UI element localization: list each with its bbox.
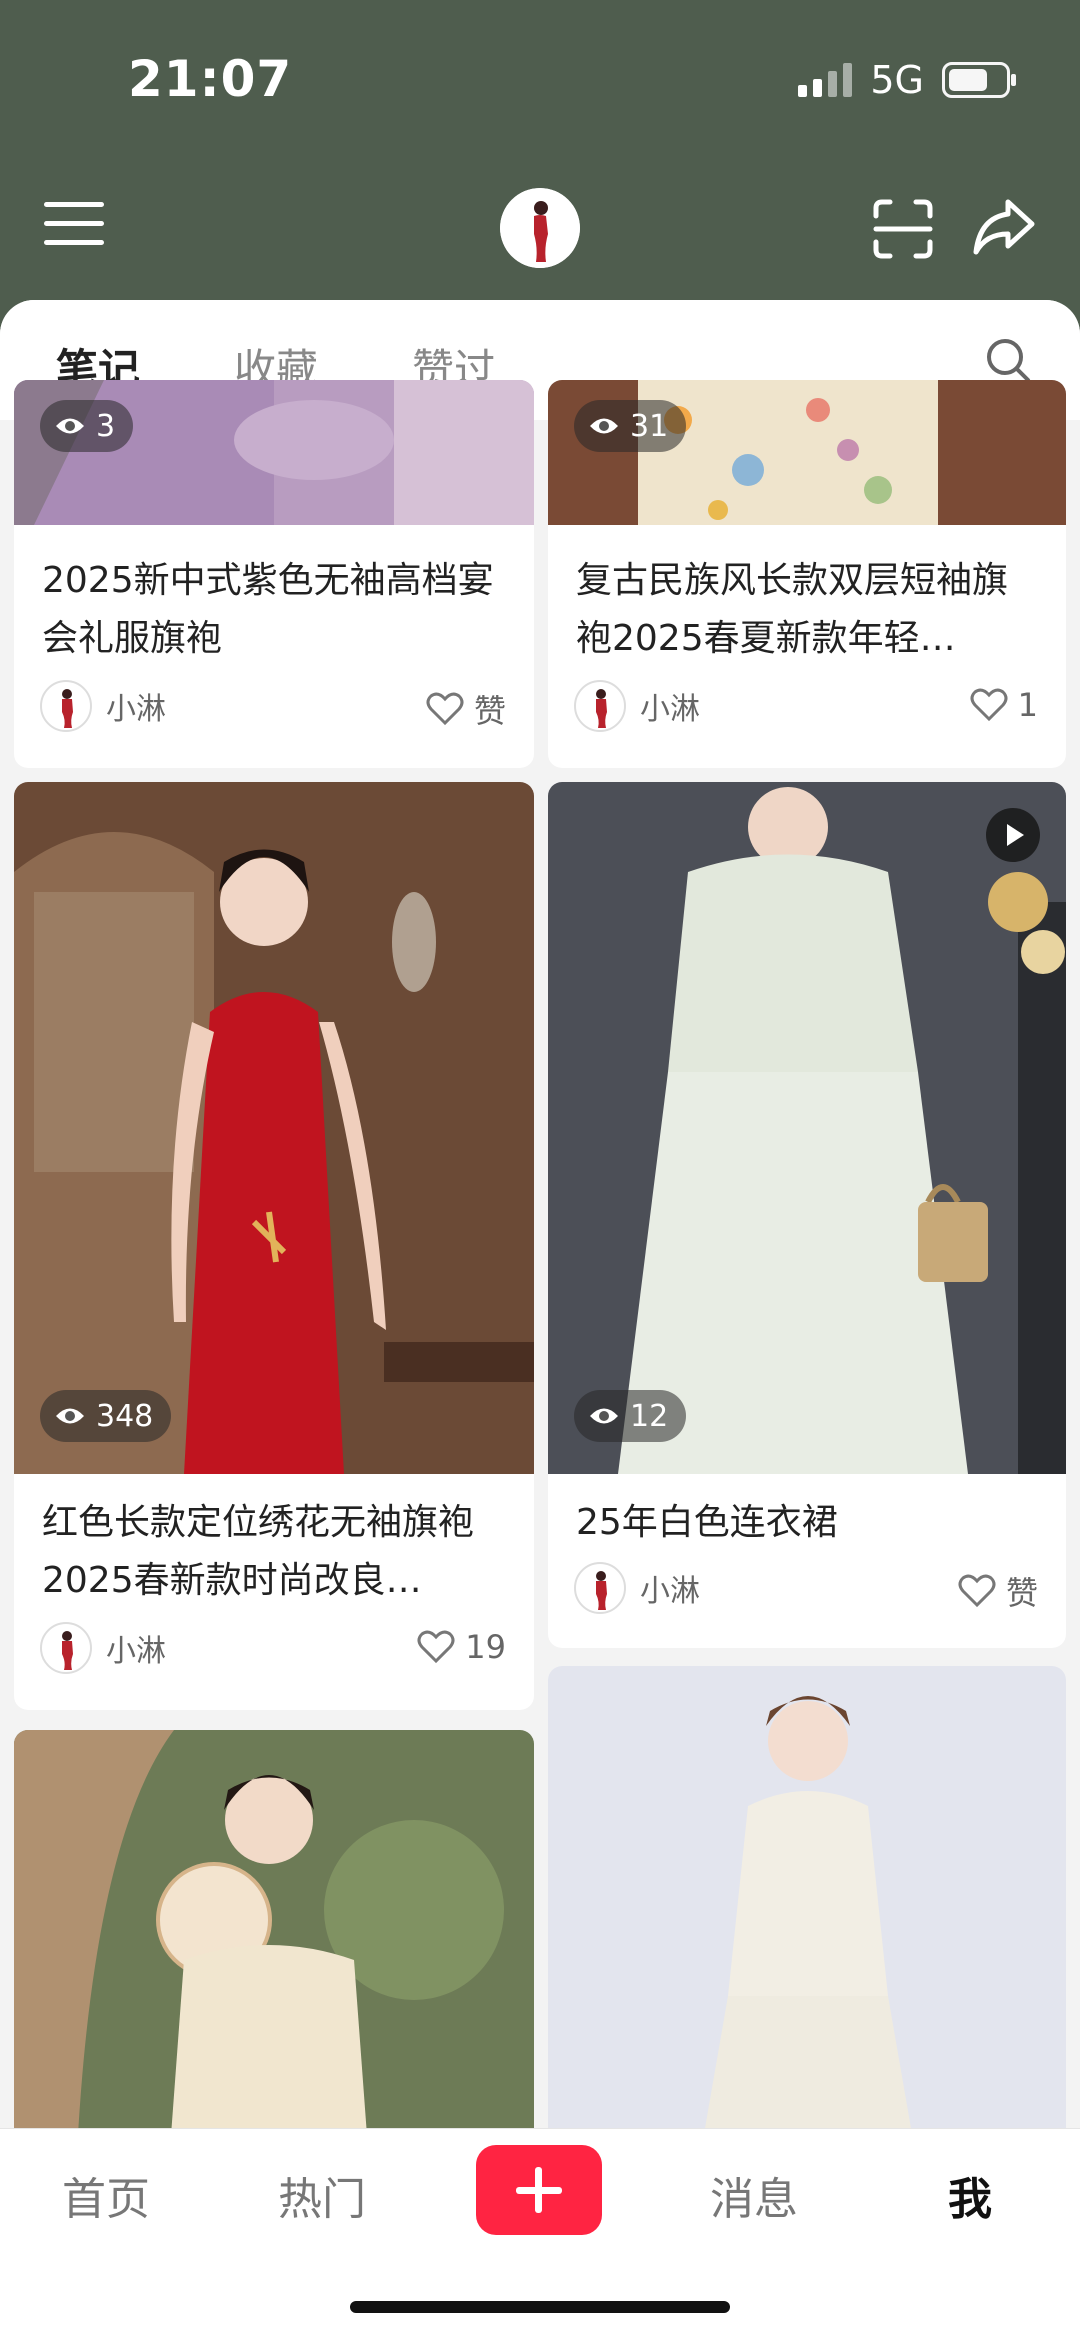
note-title: 复古民族风长款双层短袖旗袍2025春夏新款年轻… [576, 560, 1009, 659]
note-photo [548, 782, 1066, 1474]
view-count: 31 [630, 408, 669, 444]
status-icons: 5G [798, 58, 1016, 102]
eye-icon [56, 1408, 84, 1424]
status-bar: 21:07 5G [0, 0, 1080, 160]
home-indicator [350, 2301, 730, 2313]
nav-messages[interactable]: 消息 [710, 2163, 798, 2227]
note-card[interactable]: 12 25年白色连衣裙 小淋 赞 [548, 782, 1066, 1648]
status-time: 21:07 [128, 50, 293, 108]
view-count: 348 [96, 1398, 154, 1434]
top-nav [0, 180, 1080, 280]
like-button[interactable]: 赞 [958, 1568, 1038, 1614]
eye-icon [590, 418, 618, 434]
avatar [574, 680, 626, 732]
profile-avatar[interactable] [500, 188, 580, 268]
note-title: 2025新中式紫色无袖高档宴会礼服旗袍 [42, 560, 494, 659]
view-count-badge: 12 [574, 1390, 687, 1442]
avatar [40, 1622, 92, 1674]
nav-trending[interactable]: 热门 [278, 2163, 366, 2227]
note-card[interactable]: 348 红色长款定位绣花无袖旗袍2025春新款时尚改良… 小淋 19 [14, 782, 534, 1710]
like-count: 1 [1017, 686, 1038, 724]
note-card[interactable]: 31 复古民族风长款双层短袖旗袍2025春夏新款年轻… 小淋 1 [548, 380, 1066, 768]
avatar [40, 680, 92, 732]
author-name: 小淋 [106, 1634, 166, 1669]
eye-icon [56, 418, 84, 434]
heart-icon [426, 692, 464, 726]
note-title: 25年白色连衣裙 [576, 1502, 838, 1543]
heart-icon [958, 1574, 996, 1608]
video-play-icon [986, 808, 1040, 862]
heart-icon [417, 1630, 455, 1664]
note-author[interactable]: 小淋 [40, 1622, 166, 1674]
signal-icon [798, 63, 853, 97]
like-button[interactable]: 赞 [426, 686, 506, 732]
note-author[interactable]: 小淋 [574, 1562, 700, 1614]
note-card[interactable]: 3 2025新中式紫色无袖高档宴会礼服旗袍 小淋 赞 [14, 380, 534, 768]
heart-icon [970, 688, 1008, 722]
like-count: 赞 [1005, 1574, 1038, 1612]
avatar [574, 1562, 626, 1614]
search-icon[interactable] [984, 336, 1032, 384]
view-count-badge: 3 [40, 400, 134, 452]
view-count-badge: 348 [40, 1390, 172, 1442]
scan-icon[interactable] [872, 198, 934, 260]
view-count: 12 [630, 1398, 669, 1434]
note-photo [14, 782, 534, 1474]
bottom-nav: 首页 热门 消息 我 [0, 2128, 1080, 2342]
author-name: 小淋 [640, 692, 700, 727]
author-name: 小淋 [640, 1574, 700, 1609]
view-count: 3 [96, 408, 116, 444]
like-button[interactable]: 19 [417, 1628, 506, 1666]
note-author[interactable]: 小淋 [574, 680, 700, 732]
nav-me[interactable]: 我 [948, 2163, 992, 2227]
battery-icon [942, 62, 1016, 98]
profile-content: 笔记 收藏 赞过 3 2025新中式紫色无袖高档宴会礼服旗袍 小淋 赞 31 复… [0, 300, 1080, 2342]
menu-icon[interactable] [44, 202, 104, 252]
share-icon[interactable] [970, 194, 1036, 260]
eye-icon [590, 1408, 618, 1424]
like-button[interactable]: 1 [970, 686, 1038, 724]
like-count: 19 [465, 1628, 506, 1666]
network-label: 5G [870, 58, 924, 102]
author-name: 小淋 [106, 692, 166, 727]
note-title: 红色长款定位绣花无袖旗袍2025春新款时尚改良… [42, 1502, 475, 1601]
nav-home[interactable]: 首页 [62, 2163, 150, 2227]
like-count: 赞 [473, 692, 506, 730]
note-author[interactable]: 小淋 [40, 680, 166, 732]
view-count-badge: 31 [574, 400, 687, 452]
create-post-button[interactable] [476, 2145, 602, 2235]
